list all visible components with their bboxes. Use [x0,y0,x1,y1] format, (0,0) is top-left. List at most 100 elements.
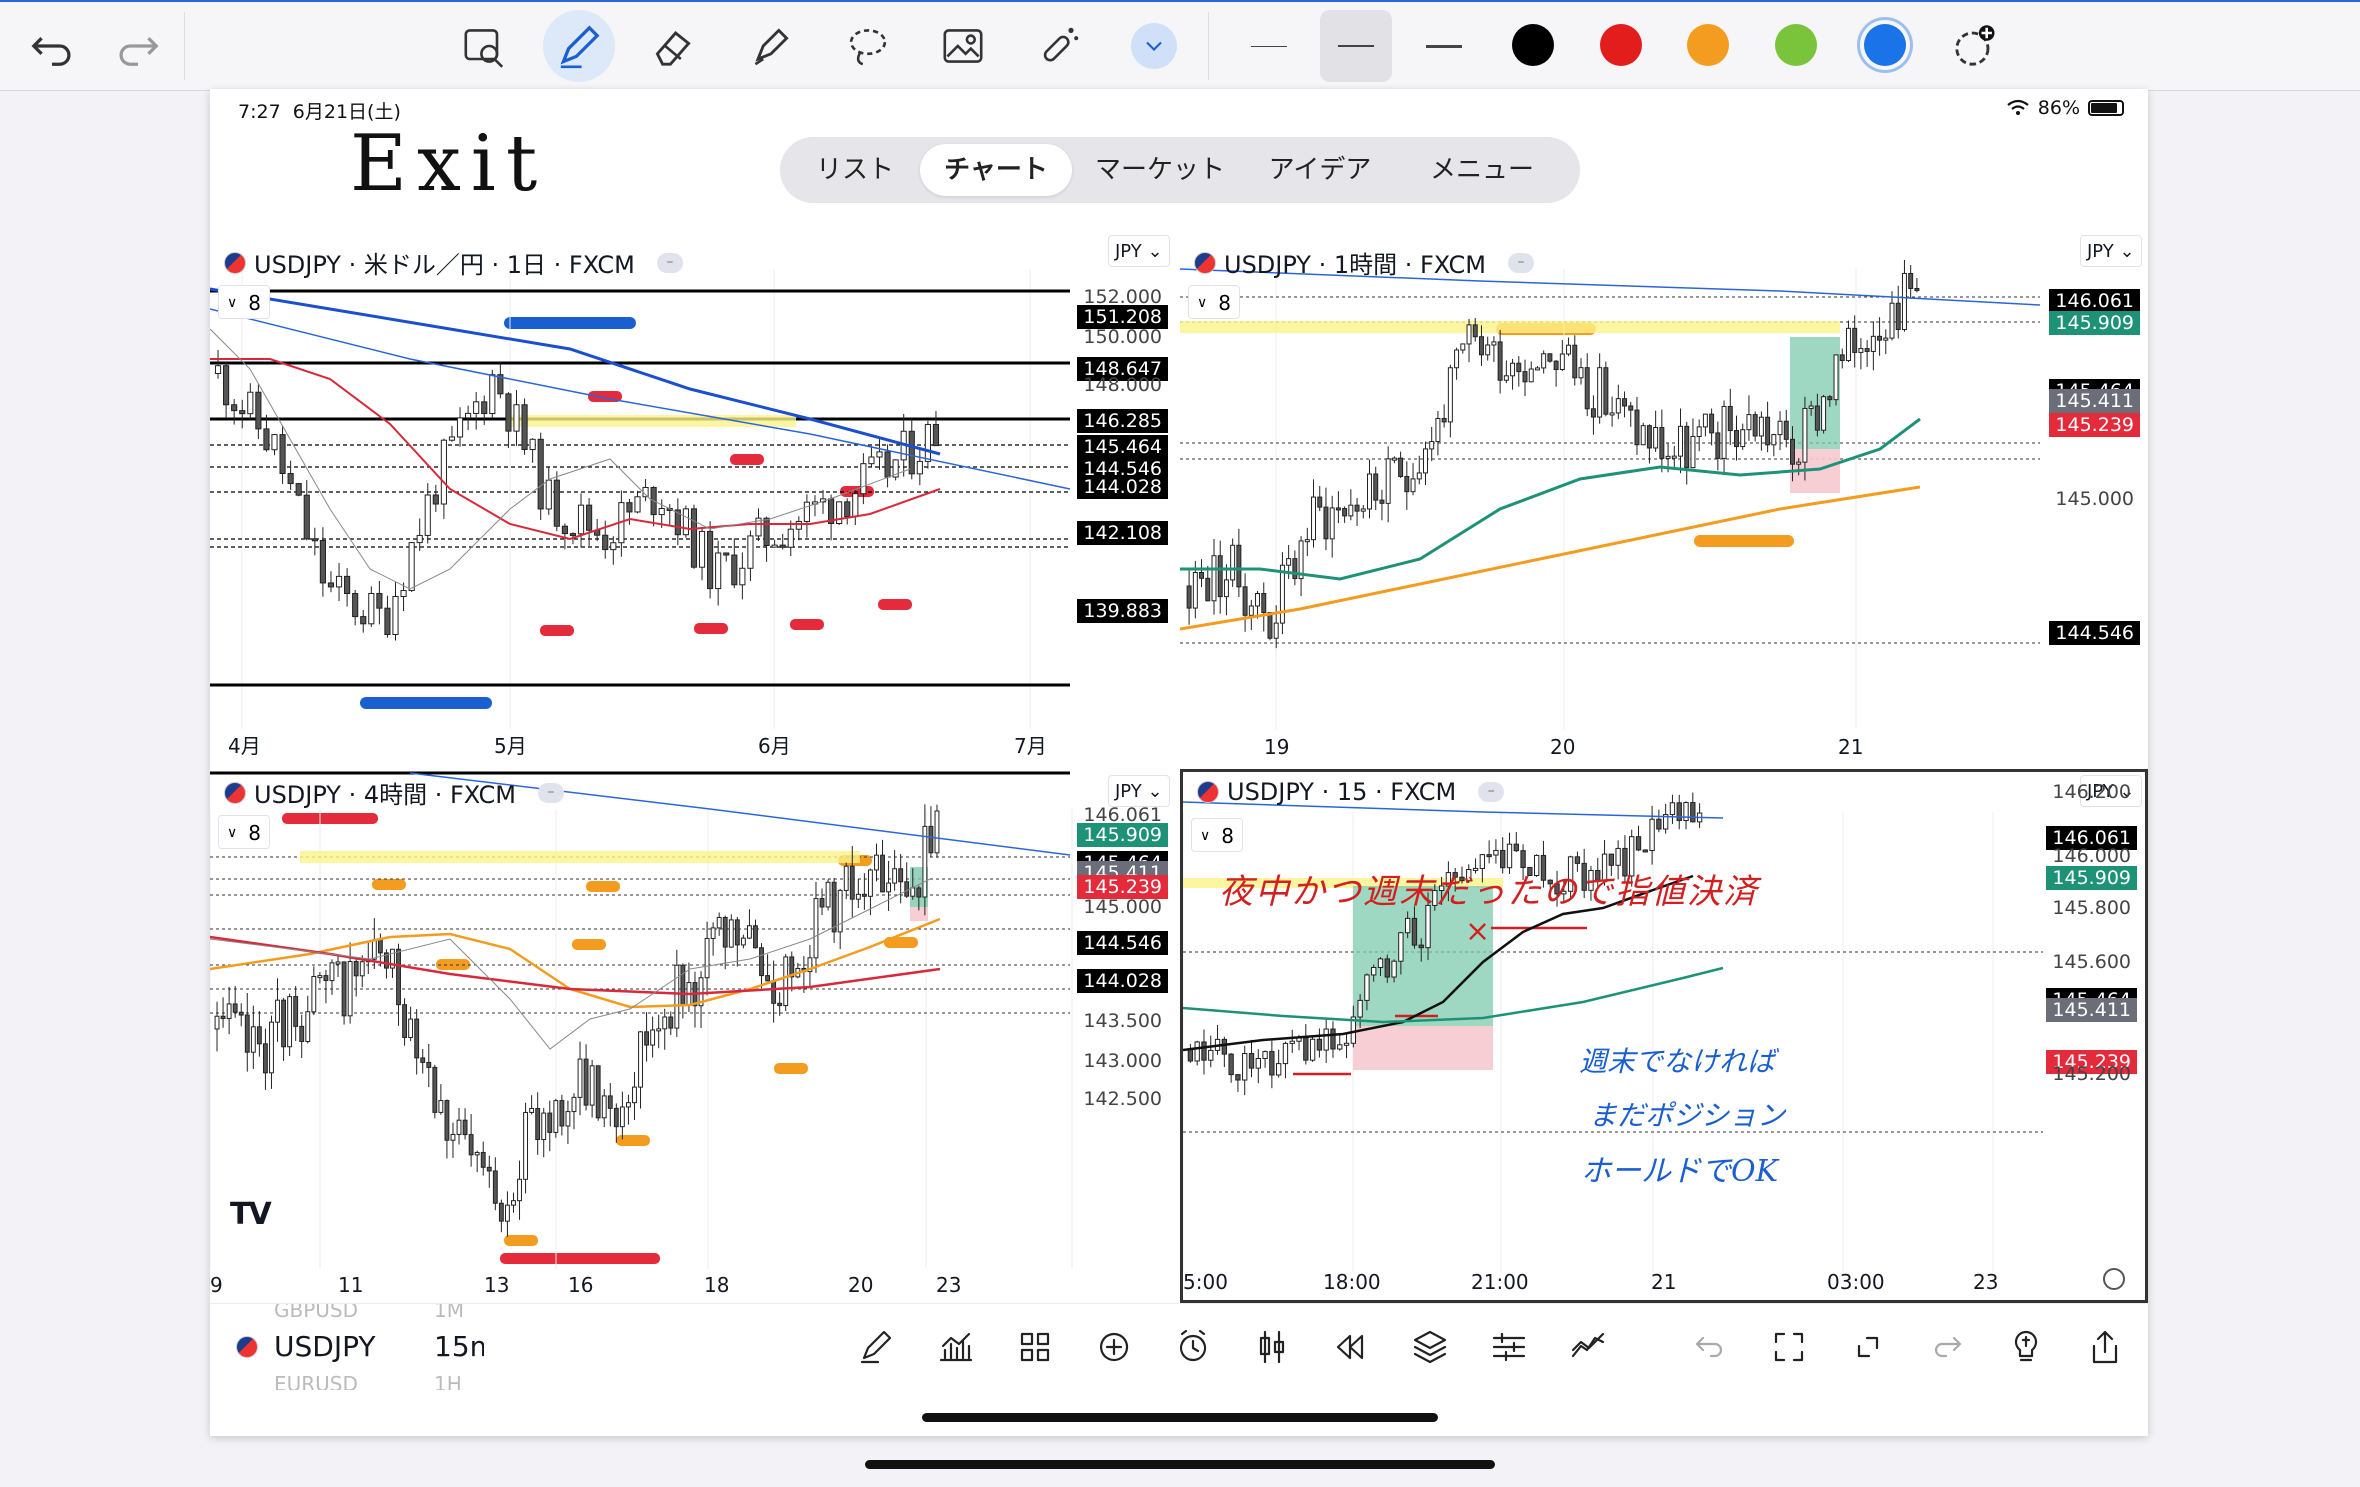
collapse-icon[interactable]: – [1507,252,1534,273]
redo-icon[interactable] [102,10,174,82]
candle-body [1702,413,1708,428]
thin-line-icon[interactable] [1233,10,1305,82]
candle-body [1578,367,1584,379]
tab-menu[interactable]: メニュー [1402,144,1562,196]
fullscreen-icon[interactable] [1767,1325,1811,1369]
candle-body [1752,414,1758,437]
annotation-toolbar [0,0,2360,91]
blue-color-icon[interactable] [1864,24,1906,66]
candle-body [353,961,359,977]
orange-color-icon[interactable] [1687,24,1729,66]
candle-body [844,501,851,518]
expand-icon[interactable] [1846,1325,1890,1369]
currency-select[interactable]: JPY ⌄ [1108,235,1170,267]
magic-wand-icon[interactable] [1022,10,1094,82]
candle-body [855,893,861,900]
redo-small-icon[interactable] [1925,1325,1969,1369]
candle-body [704,937,710,979]
candle-body [619,1106,625,1128]
candle-body [426,1061,432,1068]
add-icon[interactable] [1092,1325,1136,1369]
candle-body [1261,592,1267,613]
candle-body [759,947,764,977]
eraser-icon[interactable] [637,10,709,82]
candle-body [444,1100,450,1141]
chart-canvas-4h[interactable] [210,769,1176,1303]
candle-body [250,1026,256,1053]
symbol-picker[interactable]: GBPUSD 1M USDJPY 15m EURUSD 1H [224,1304,484,1390]
indicator-toggle[interactable]: ∨ 8 [1188,285,1240,319]
wifi-icon [2007,99,2029,115]
settings-icon[interactable] [2103,1268,2125,1290]
collapse-icon[interactable]: – [537,782,564,803]
red-color-icon[interactable] [1600,24,1642,66]
collapse-icon[interactable]: – [656,252,683,273]
chart-panel-1h[interactable]: USDJPY · 1時間 · FXCM – JPY ⌄ ∨ 8 146.061 145… [1180,229,2148,765]
black-color-icon[interactable] [1512,24,1554,66]
chart-canvas-15m[interactable] [1183,772,2145,1300]
chart-canvas-daily[interactable] [210,229,1176,765]
candle-body [1852,327,1858,353]
chart-panel-15m[interactable]: USDJPY · 15 · FXCM – JPY ⌄ ∨ 8 夜中かつ週末だったので… [1180,769,2148,1303]
candle-body [831,881,837,933]
tab-list[interactable]: リスト [800,144,910,196]
candle-body [1721,405,1727,459]
medium-line-icon[interactable] [1320,10,1392,82]
add-color-icon[interactable] [1939,10,2011,82]
thick-line-icon[interactable] [1408,10,1480,82]
layers-icon[interactable] [1408,1325,1452,1369]
select-image-icon[interactable] [448,10,520,82]
currency-select[interactable]: JPY ⌄ [2080,235,2142,267]
indicators-icon[interactable] [934,1325,978,1369]
indicator-toggle[interactable]: ∨ 8 [1191,818,1243,852]
lasso-icon[interactable] [832,10,904,82]
insert-image-icon[interactable] [927,10,999,82]
chart-panel-daily[interactable]: USDJPY · 米ドル／円 · 1日 · FXCM – JPY ⌄ ∨ 8 152… [210,229,1176,765]
candle-body [880,854,885,893]
settings-sliders-icon[interactable] [1487,1325,1531,1369]
candle-body [690,508,698,568]
layout-grid-icon[interactable] [1013,1325,1057,1369]
flag-icon [236,1336,258,1358]
undo-icon[interactable] [16,10,88,82]
collapse-icon[interactable]: – [1478,782,1505,802]
price-axis-label: 145.239 [2049,413,2140,437]
green-color-icon[interactable] [1775,24,1817,66]
tab-market[interactable]: マーケット [1080,144,1240,196]
candle-body [1348,504,1354,517]
alert-clock-icon[interactable] [1171,1325,1215,1369]
candle-type-icon[interactable] [1250,1325,1294,1369]
candle-body [565,1111,571,1127]
bottom-toolbar: GBPUSD 1M USDJPY 15m EURUSD 1H [210,1303,2148,1390]
draw-tool-icon[interactable] [855,1325,899,1369]
pen-icon[interactable] [543,10,615,82]
candle-body [1746,414,1752,431]
replay-icon[interactable] [1329,1325,1373,1369]
indicator-toggle[interactable]: ∨ 8 [218,285,270,319]
candle-body [1373,473,1379,501]
indicator-toggle[interactable]: ∨ 8 [218,815,270,849]
candle-body [287,473,294,485]
candle-body [934,810,940,854]
tab-ideas[interactable]: アイデア [1250,144,1390,196]
candle-body [1337,1044,1343,1050]
candle-body [1715,432,1721,459]
price-axis-label: 145.909 [1077,823,1168,847]
idea-icon[interactable] [2004,1325,2048,1369]
candle-body [489,374,496,415]
undo-small-icon[interactable] [1688,1325,1732,1369]
chevron-down-icon[interactable] [1118,10,1190,82]
share-icon[interactable] [2083,1325,2127,1369]
price-axis-label: 144.028 [1077,475,1168,499]
tab-chart[interactable]: チャート [920,144,1072,196]
candle-body [577,504,585,535]
chart-panel-4h[interactable]: USDJPY · 4時間 · FXCM – JPY ⌄ ∨ 8 TV 146.061… [210,769,1176,1303]
time-axis-label: 20 [1550,735,1576,759]
chart-canvas-1h[interactable] [1180,229,2148,765]
candle-body [279,434,286,475]
candle-body [1883,337,1889,341]
highlighter-icon[interactable] [735,10,807,82]
candle-body [722,916,728,948]
compare-icon[interactable] [1566,1325,1610,1369]
candle-body [271,434,278,451]
